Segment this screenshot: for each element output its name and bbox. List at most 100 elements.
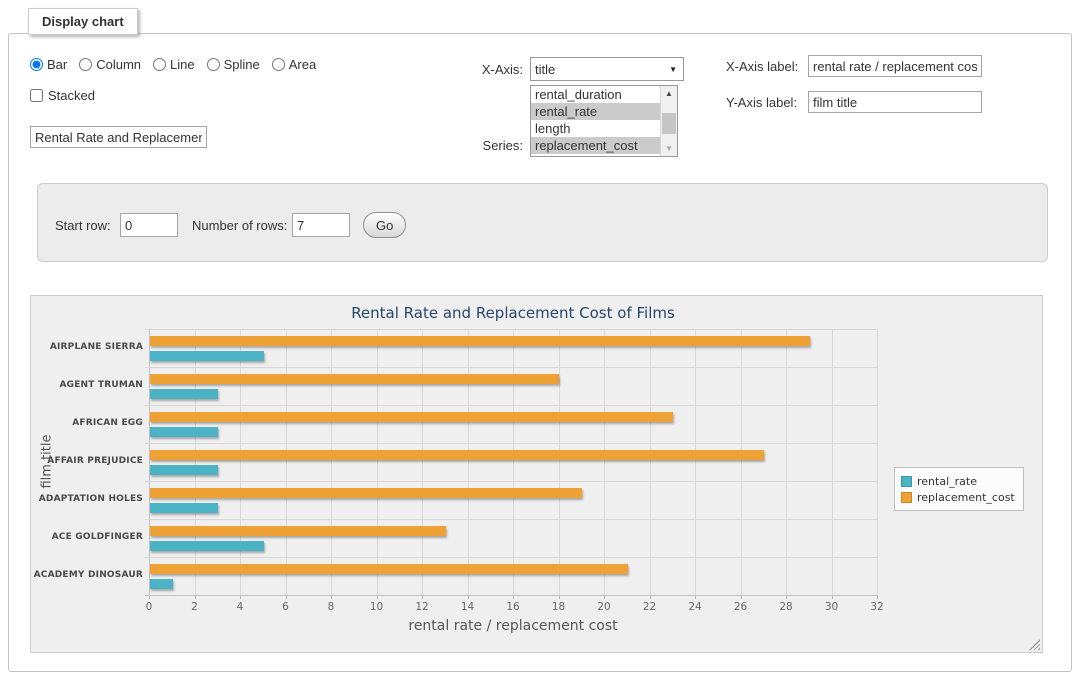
chart-type-option-line[interactable]: Line: [153, 57, 195, 72]
gridline-vertical: [377, 329, 378, 595]
legend-item-rental_rate[interactable]: rental_rate: [901, 473, 1015, 489]
scroll-up-icon[interactable]: ▲: [661, 86, 677, 101]
chart-type-radio-spline[interactable]: [207, 58, 220, 71]
x-axis-label-caption: X-Axis label:: [726, 59, 804, 74]
resize-handle-icon[interactable]: [1029, 639, 1040, 650]
category-label: ACE GOLDFINGER: [31, 532, 143, 542]
chart-type-option-column[interactable]: Column: [79, 57, 141, 72]
start-row-input[interactable]: [120, 213, 178, 237]
series-scrollbar[interactable]: ▲ ▼: [660, 86, 677, 156]
chart-legend: rental_rate replacement_cost: [894, 467, 1024, 511]
series-caption: Series:: [450, 138, 523, 153]
gridline-vertical: [695, 329, 696, 595]
x-axis-caption: X-Axis:: [450, 62, 523, 77]
x-axis-label-input[interactable]: [808, 55, 982, 77]
bar-replacement_cost[interactable]: [150, 450, 764, 460]
bar-rental_rate[interactable]: [150, 579, 173, 589]
y-axis-label-input[interactable]: [808, 91, 982, 113]
scrollbar-thumb[interactable]: [662, 113, 676, 134]
y-axis-line: [149, 329, 150, 595]
x-tick-label: 24: [680, 601, 710, 613]
bar-replacement_cost[interactable]: [150, 526, 446, 536]
fieldset-legend-text: Display chart: [42, 14, 124, 29]
chart-title-input[interactable]: [30, 126, 207, 148]
gridline-vertical: [877, 329, 878, 595]
gridline-horizontal: [145, 481, 877, 482]
stacked-label: Stacked: [48, 88, 95, 103]
category-label: ADAPTATION HOLES: [31, 494, 143, 504]
bar-rental_rate[interactable]: [150, 541, 264, 551]
x-tick-label: 20: [589, 601, 619, 613]
gridline-vertical: [832, 329, 833, 595]
stacked-checkbox-row[interactable]: Stacked: [30, 88, 95, 103]
legend-swatch-icon: [901, 476, 912, 487]
display-chart-page: Display chart Bar Column Line Spline Area St…: [0, 0, 1081, 681]
gridline-horizontal: [145, 519, 877, 520]
x-tick-label: 28: [771, 601, 801, 613]
gridline-horizontal: [145, 557, 877, 558]
legend-label: rental_rate: [917, 475, 977, 488]
axis-tick: [877, 595, 878, 599]
x-tick-label: 4: [225, 601, 255, 613]
legend-label: replacement_cost: [917, 491, 1015, 504]
bar-replacement_cost[interactable]: [150, 374, 559, 384]
x-tick-label: 12: [407, 601, 437, 613]
series-option-length[interactable]: length: [531, 120, 660, 137]
x-axis-select[interactable]: title: [530, 57, 684, 81]
chart-title: Rental Rate and Replacement Cost of Film…: [149, 304, 877, 322]
chart-type-option-spline[interactable]: Spline: [207, 57, 260, 72]
bar-replacement_cost[interactable]: [150, 336, 810, 346]
gridline-horizontal: [145, 405, 877, 406]
radio-label: Bar: [47, 57, 67, 72]
fieldset-legend: Display chart: [28, 8, 138, 35]
bar-replacement_cost[interactable]: [150, 564, 628, 574]
bar-rental_rate[interactable]: [150, 389, 218, 399]
y-axis-label-caption: Y-Axis label:: [726, 95, 804, 110]
legend-item-replacement_cost[interactable]: replacement_cost: [901, 489, 1015, 505]
row-range-panel: [37, 183, 1048, 262]
gridline-horizontal: [145, 329, 877, 330]
x-tick-label: 16: [498, 601, 528, 613]
bar-rental_rate[interactable]: [150, 503, 218, 513]
go-button[interactable]: Go: [363, 212, 406, 238]
scroll-down-icon[interactable]: ▼: [661, 141, 677, 156]
radio-label: Line: [170, 57, 195, 72]
series-option-rental_duration[interactable]: rental_duration: [531, 86, 660, 103]
gridline-vertical: [240, 329, 241, 595]
series-option-replacement_cost[interactable]: replacement_cost: [531, 137, 660, 154]
series-options: rental_durationrental_ratelengthreplacem…: [531, 86, 660, 156]
x-tick-label: 14: [453, 601, 483, 613]
category-label: AGENT TRUMAN: [31, 380, 143, 390]
chart-type-option-area[interactable]: Area: [272, 57, 316, 72]
stacked-checkbox[interactable]: [30, 89, 43, 102]
x-tick-label: 32: [862, 601, 892, 613]
bar-rental_rate[interactable]: [150, 427, 218, 437]
bar-replacement_cost[interactable]: [150, 412, 673, 422]
number-of-rows-input[interactable]: [292, 213, 350, 237]
x-tick-label: 2: [180, 601, 210, 613]
number-of-rows-caption: Number of rows:: [192, 218, 287, 233]
series-option-rental_rate[interactable]: rental_rate: [531, 103, 660, 120]
chart-type-radio-bar[interactable]: [30, 58, 43, 71]
chart-type-option-bar[interactable]: Bar: [30, 57, 67, 72]
chart-type-radio-column[interactable]: [79, 58, 92, 71]
gridline-horizontal: [145, 595, 877, 596]
radio-label: Area: [289, 57, 316, 72]
chart-type-radio-area[interactable]: [272, 58, 285, 71]
bar-rental_rate[interactable]: [150, 465, 218, 475]
x-tick-label: 30: [817, 601, 847, 613]
bar-rental_rate[interactable]: [150, 351, 264, 361]
series-listbox[interactable]: rental_durationrental_ratelengthreplacem…: [530, 85, 678, 157]
bar-replacement_cost[interactable]: [150, 488, 582, 498]
category-label: AFRICAN EGG: [31, 418, 143, 428]
gridline-vertical: [559, 329, 560, 595]
x-axis-select-wrap: title ▼: [530, 57, 684, 81]
gridline-vertical: [286, 329, 287, 595]
gridline-horizontal: [145, 367, 877, 368]
gridline-vertical: [331, 329, 332, 595]
chart-type-radio-line[interactable]: [153, 58, 166, 71]
gridline-vertical: [422, 329, 423, 595]
x-axis-title: rental rate / replacement cost: [149, 618, 877, 634]
x-tick-label: 26: [726, 601, 756, 613]
category-label: AIRPLANE SIERRA: [31, 342, 143, 352]
